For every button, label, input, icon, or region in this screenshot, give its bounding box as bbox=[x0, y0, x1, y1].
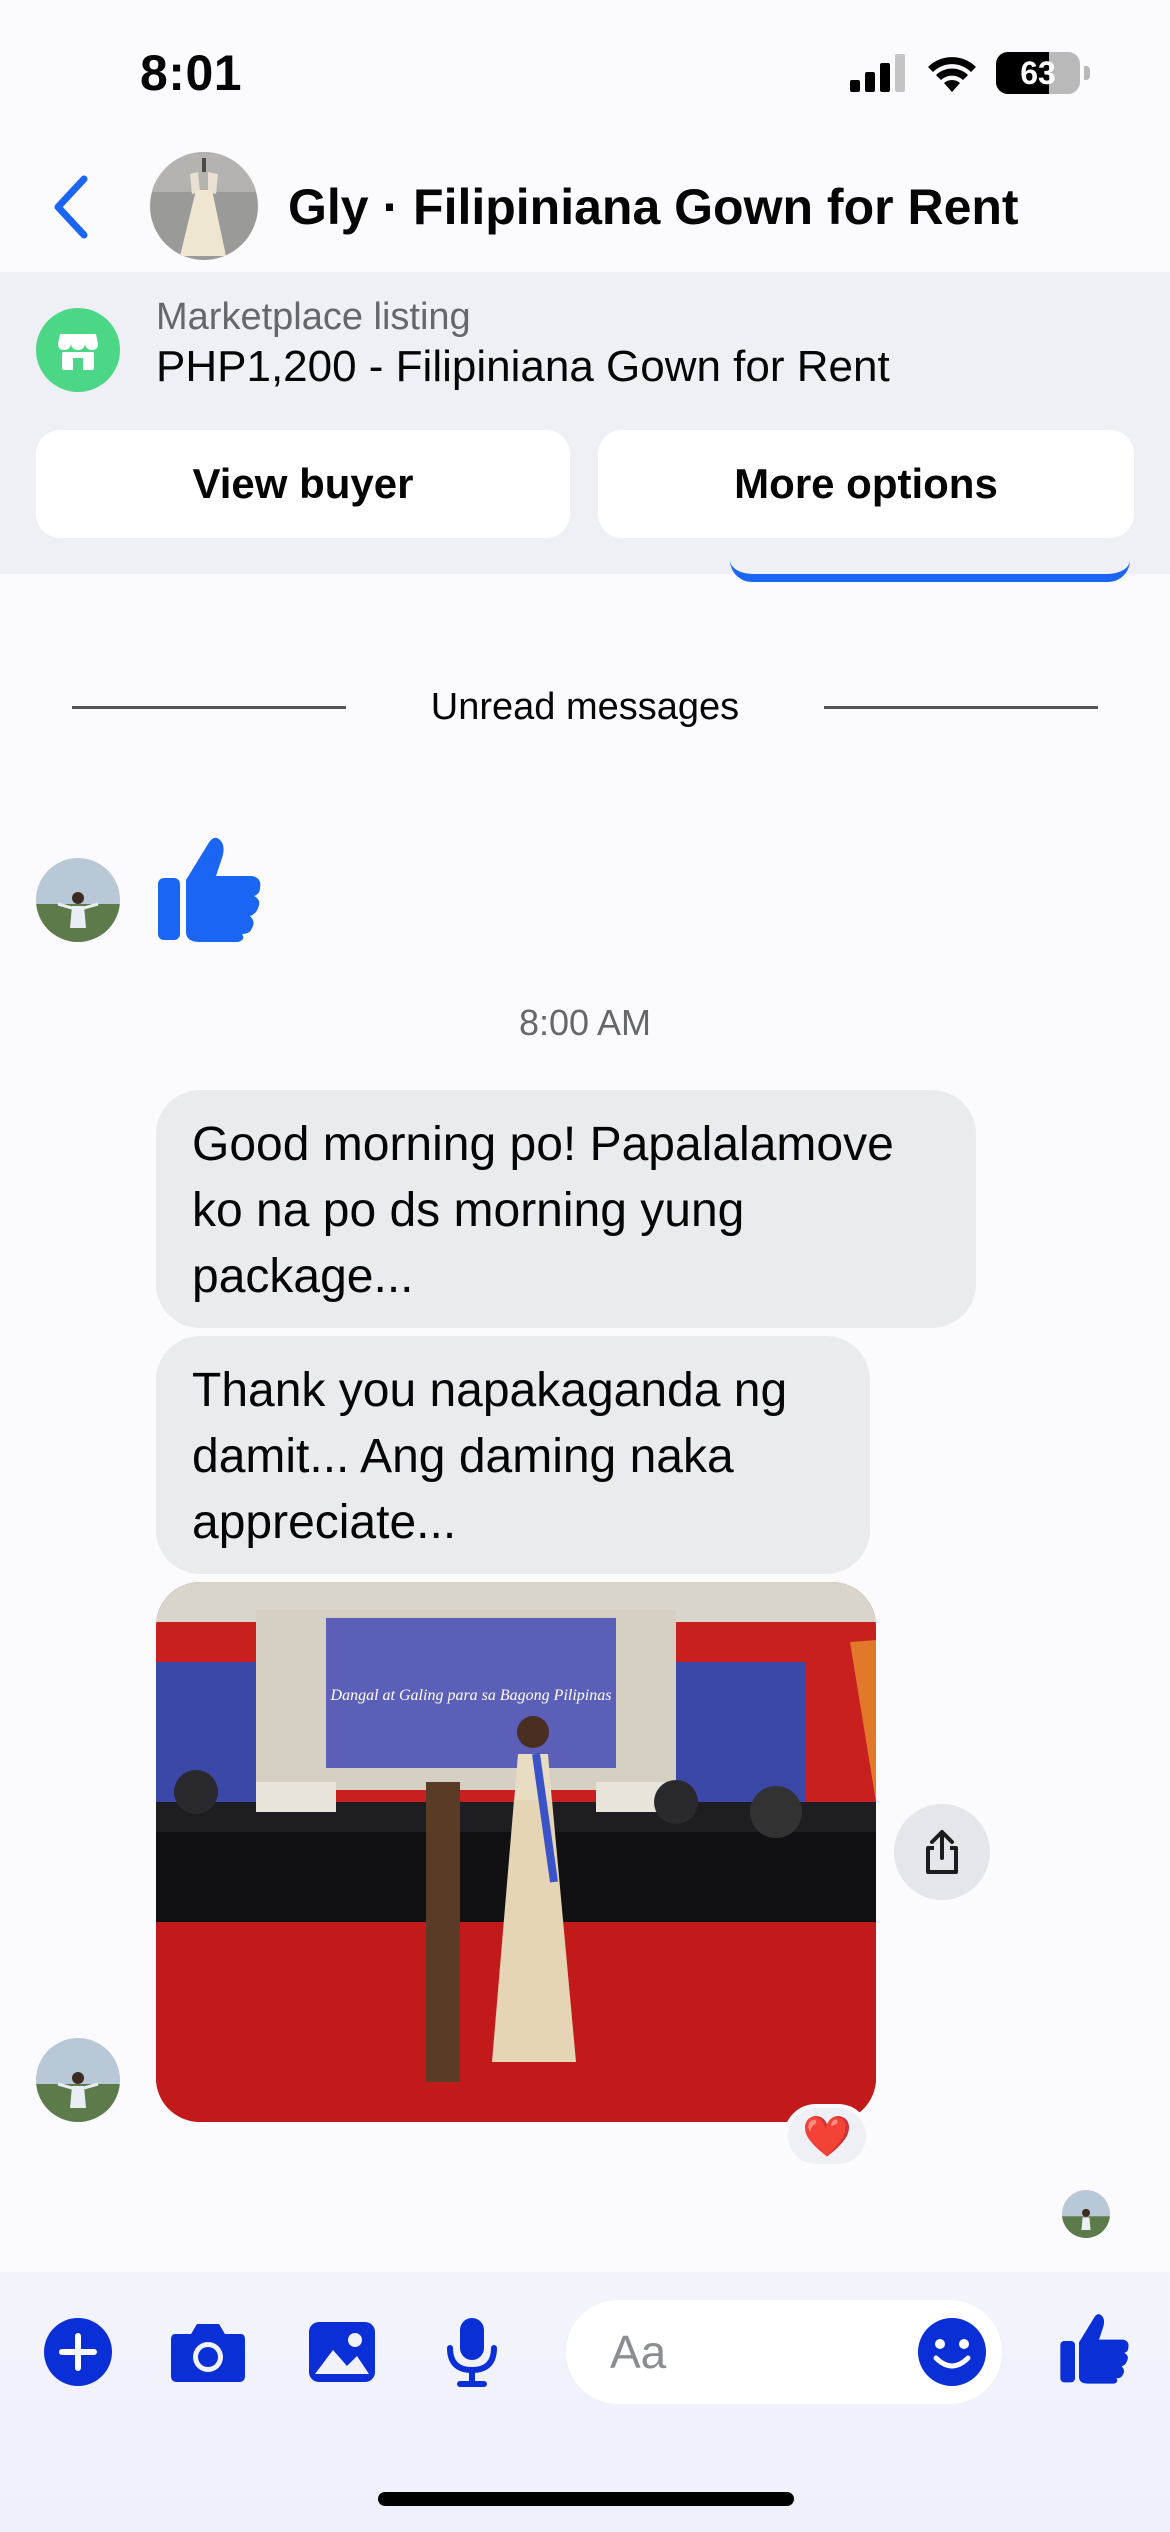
gallery-button[interactable] bbox=[302, 2312, 382, 2392]
buyer-avatar[interactable] bbox=[36, 858, 120, 942]
share-button[interactable] bbox=[894, 1804, 990, 1900]
wifi-icon bbox=[928, 57, 976, 92]
home-indicator[interactable] bbox=[378, 2492, 794, 2506]
divider-line bbox=[824, 706, 1098, 709]
gown-photo bbox=[150, 152, 258, 260]
camera-button[interactable] bbox=[168, 2312, 248, 2392]
chat-title[interactable]: Gly · Filipiniana Gown for Rent bbox=[288, 178, 1019, 236]
stage-banner-text: Dangal at Galing para sa Bagong Pilipina… bbox=[330, 1687, 612, 1704]
message-bubble[interactable]: Good morning po! Papalalamove ko na po d… bbox=[156, 1090, 976, 1328]
listing-label: Marketplace listing bbox=[156, 296, 471, 338]
emoji-button[interactable] bbox=[912, 2312, 992, 2392]
plus-button[interactable] bbox=[38, 2312, 118, 2392]
battery-level: 63 bbox=[1020, 54, 1056, 91]
message-bubble[interactable]: Thank you napakaganda ng damit... Ang da… bbox=[156, 1336, 870, 1574]
graduation-photo: Dangal at Galing para sa Bagong Pilipina… bbox=[156, 1582, 876, 2122]
microphone-button[interactable] bbox=[432, 2312, 512, 2392]
image-icon bbox=[309, 2322, 375, 2382]
chevron-left-icon bbox=[54, 175, 88, 239]
thumbs-up-icon bbox=[1060, 2314, 1129, 2384]
plus-icon bbox=[44, 2318, 112, 2386]
battery-icon: 63 bbox=[996, 52, 1080, 94]
photo-message[interactable]: Dangal at Galing para sa Bagong Pilipina… bbox=[156, 1582, 876, 2122]
message-timestamp: 8:00 AM bbox=[518, 1002, 652, 1043]
status-icons: 63 bbox=[850, 52, 1090, 94]
view-buyer-button[interactable]: View buyer bbox=[36, 430, 570, 538]
marketplace-listing-bar: Marketplace listing PHP1,200 - Filipinia… bbox=[0, 272, 1170, 574]
buyer-avatar[interactable] bbox=[36, 2038, 120, 2122]
seller-avatar[interactable] bbox=[150, 152, 258, 260]
cellular-signal-icon bbox=[850, 54, 905, 92]
microphone-icon bbox=[447, 2318, 497, 2387]
share-icon bbox=[926, 1830, 958, 1874]
camera-icon bbox=[171, 2324, 245, 2382]
reaction-emoji: ❤️ bbox=[802, 2113, 852, 2160]
read-receipt-avatar bbox=[1062, 2190, 1110, 2238]
status-time: 8:01 bbox=[140, 45, 243, 101]
send-like-button[interactable] bbox=[1052, 2304, 1138, 2390]
back-button[interactable] bbox=[40, 172, 100, 242]
listing-name[interactable]: PHP1,200 - Filipiniana Gown for Rent bbox=[156, 342, 890, 392]
thumbs-up-sticker[interactable] bbox=[156, 832, 264, 942]
marketplace-shop-icon[interactable] bbox=[36, 308, 120, 392]
previous-message-edge bbox=[730, 560, 1130, 582]
more-options-button[interactable]: More options bbox=[598, 430, 1134, 538]
smiley-icon bbox=[918, 2318, 986, 2386]
heart-reaction[interactable]: ❤️ bbox=[784, 2104, 870, 2168]
